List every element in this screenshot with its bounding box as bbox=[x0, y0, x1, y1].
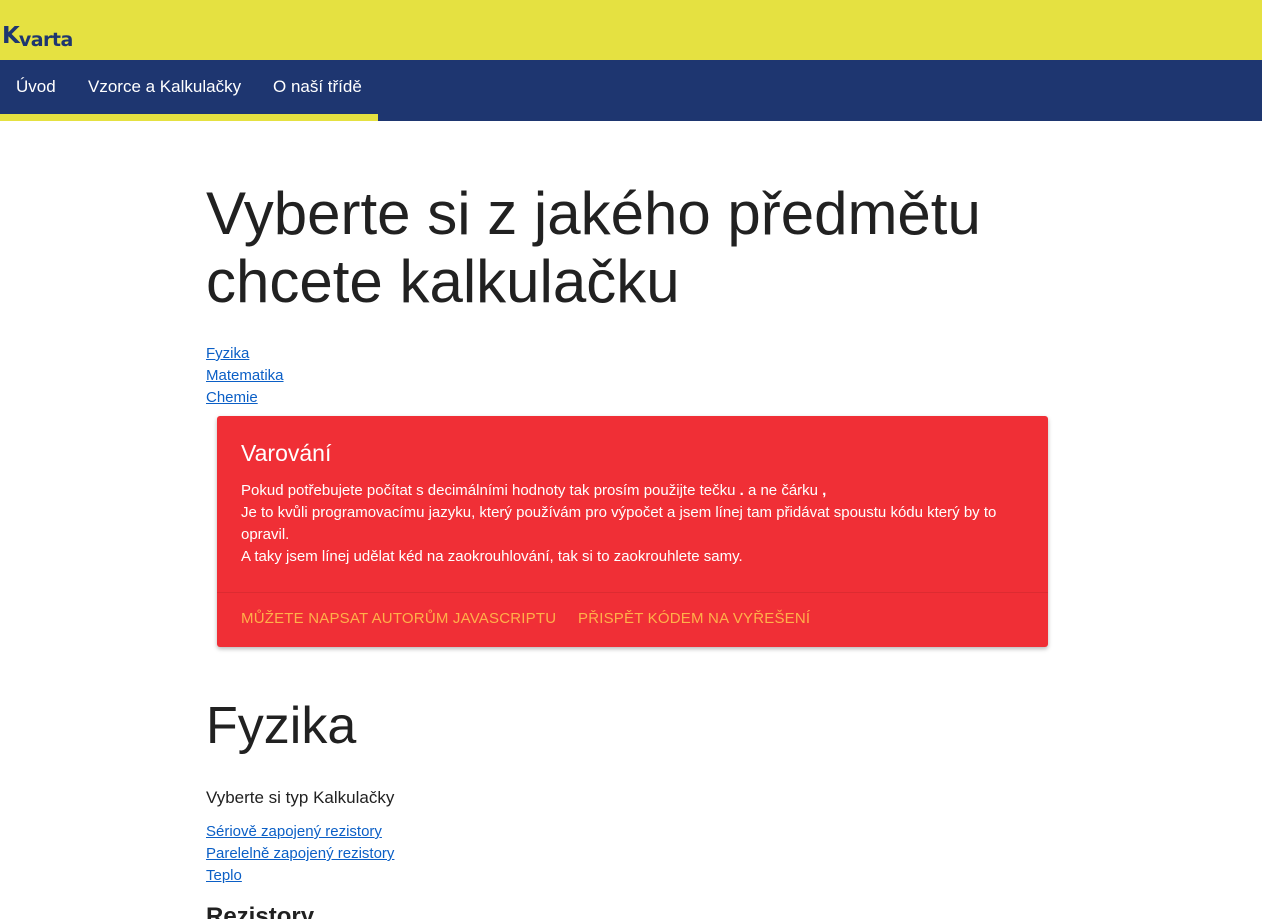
top-header-bar: Kvarta bbox=[0, 0, 1262, 60]
kvarta-logo[interactable]: Kvarta bbox=[2, 22, 73, 50]
headline-line-2: chcete kalkulačku bbox=[206, 248, 680, 315]
logo-text: varta bbox=[18, 29, 73, 51]
physics-link-heat[interactable]: Teplo bbox=[206, 865, 394, 887]
contribute-code-link[interactable]: Přispět kódem na vyřešení bbox=[578, 608, 810, 630]
headline-line-1: Vyberte si z jakého předmětu bbox=[206, 180, 981, 247]
subject-links-list: Fyzika Matematika Chemie bbox=[206, 343, 284, 409]
subject-link-chemie[interactable]: Chemie bbox=[206, 387, 284, 409]
resistors-section-heading: Rezistory bbox=[206, 903, 315, 919]
page-headline: Vyberte si z jakého předmětu chcete kalk… bbox=[206, 180, 1066, 316]
physics-calculator-links: Sériově zapojený rezistory Parelelně zap… bbox=[206, 821, 394, 887]
warning-line-1-text: Pokud potřebujete počítat s decimálními … bbox=[241, 482, 736, 499]
warning-dot-symbol: . bbox=[739, 482, 744, 499]
physics-section-subtitle: Vyberte si typ Kalkulačky bbox=[206, 788, 395, 807]
warning-body: Pokud potřebujete počítat s decimálními … bbox=[241, 480, 1031, 568]
warning-card: Varování Pokud potřebujete počítat s dec… bbox=[217, 416, 1048, 647]
write-to-js-authors-link[interactable]: Můžete napsat autorům javascriptu bbox=[241, 608, 556, 630]
warning-card-divider bbox=[217, 592, 1048, 593]
warning-comma-symbol: , bbox=[822, 482, 827, 499]
subject-link-fyzika[interactable]: Fyzika bbox=[206, 343, 284, 365]
main-navigation: Úvod Vzorce a Kalkulačky O naší třídě bbox=[0, 60, 1262, 121]
warning-line-2: Je to kvůli programovacímu jazyku, který… bbox=[241, 504, 997, 543]
subject-link-matematika[interactable]: Matematika bbox=[206, 365, 284, 387]
nav-item-o-nasi-tride[interactable]: O naší třídě bbox=[273, 60, 362, 115]
physics-link-serial-resistors[interactable]: Sériově zapojený rezistory bbox=[206, 821, 394, 843]
physics-link-parallel-resistors[interactable]: Parelelně zapojený rezistory bbox=[206, 843, 394, 865]
logo-letter-k: K bbox=[2, 23, 20, 49]
nav-item-vzorce-kalkulacky[interactable]: Vzorce a Kalkulačky bbox=[88, 60, 241, 115]
physics-section-title: Fyzika bbox=[206, 697, 357, 755]
warning-line-3: A taky jsem línej udělat kéd na zaokrouh… bbox=[241, 548, 743, 565]
warning-title: Varování bbox=[241, 440, 332, 466]
nav-item-uvod[interactable]: Úvod bbox=[16, 60, 56, 115]
active-nav-indicator bbox=[0, 114, 378, 121]
warning-line-1-mid: a ne čárku bbox=[747, 482, 818, 499]
